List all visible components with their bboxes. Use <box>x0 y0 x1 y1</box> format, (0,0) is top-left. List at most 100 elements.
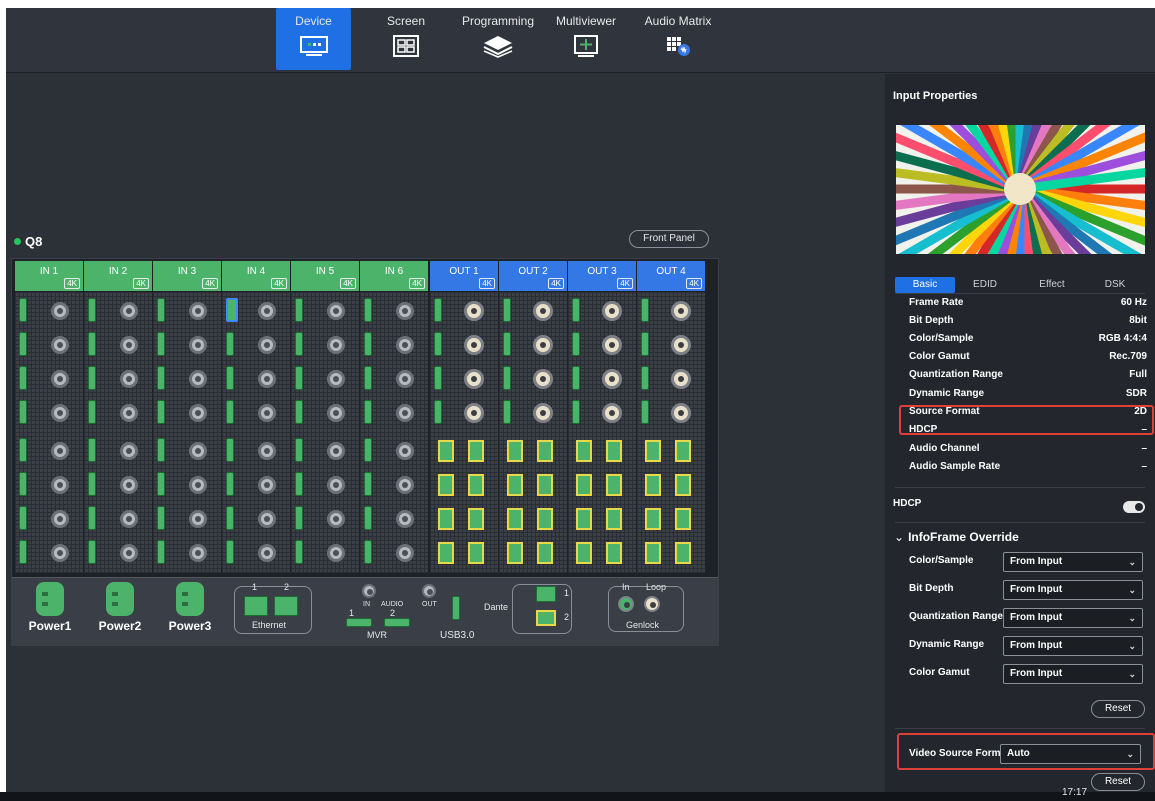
tab-multiviewer[interactable]: Multiviewer <box>551 8 621 70</box>
sdi-input-connector[interactable] <box>51 370 69 388</box>
sdi-input-connector[interactable] <box>51 476 69 494</box>
hdmi-input-port[interactable] <box>157 540 165 564</box>
sdi-input-connector[interactable] <box>327 404 345 422</box>
sdi-output-connector[interactable] <box>464 369 484 389</box>
audio-in-connector[interactable] <box>362 584 376 598</box>
hdmi-input-port[interactable] <box>226 472 234 496</box>
optical-output-port[interactable] <box>537 542 553 564</box>
sdi-input-connector[interactable] <box>327 370 345 388</box>
hdmi-input-port[interactable] <box>157 506 165 530</box>
sdi-input-connector[interactable] <box>51 544 69 562</box>
hdmi-input-port[interactable] <box>364 298 372 322</box>
sdi-input-connector[interactable] <box>51 442 69 460</box>
sdi-input-connector[interactable] <box>327 476 345 494</box>
hdmi-input-port[interactable] <box>364 472 372 496</box>
hdmi-input-port[interactable] <box>226 438 234 462</box>
optical-output-port[interactable] <box>537 440 553 462</box>
optical-output-port[interactable] <box>468 440 484 462</box>
hdmi-input-port[interactable] <box>226 506 234 530</box>
sdi-output-connector[interactable] <box>533 403 553 423</box>
input-card-header[interactable]: IN 2 4K <box>84 261 152 291</box>
sdi-input-connector[interactable] <box>120 476 138 494</box>
sdi-input-connector[interactable] <box>396 404 414 422</box>
tab-effect[interactable]: Effect <box>1022 277 1082 293</box>
hdmi-input-port[interactable] <box>88 438 96 462</box>
tab-screen[interactable]: Screen <box>371 8 441 70</box>
sdi-input-connector[interactable] <box>258 510 276 528</box>
sdi-output-connector[interactable] <box>602 335 622 355</box>
hdmi-input-port[interactable] <box>295 472 303 496</box>
sdi-input-connector[interactable] <box>258 544 276 562</box>
sdi-input-connector[interactable] <box>396 510 414 528</box>
sdi-input-connector[interactable] <box>51 336 69 354</box>
optical-output-port[interactable] <box>645 542 661 564</box>
hdmi-output-port[interactable] <box>641 400 649 424</box>
optical-output-port[interactable] <box>576 542 592 564</box>
optical-output-port[interactable] <box>645 474 661 496</box>
hdmi-output-port[interactable] <box>641 332 649 356</box>
input-card-6[interactable]: IN 6 4K <box>360 261 428 573</box>
sdi-input-connector[interactable] <box>327 544 345 562</box>
hdmi-input-port[interactable] <box>19 332 27 356</box>
optical-output-port[interactable] <box>468 542 484 564</box>
sdi-input-connector[interactable] <box>189 336 207 354</box>
tab-dsk[interactable]: DSK <box>1085 277 1145 293</box>
infoframe-reset-button[interactable]: Reset <box>1091 700 1145 718</box>
hdmi-input-port[interactable] <box>295 400 303 424</box>
sdi-input-connector[interactable] <box>51 404 69 422</box>
power-module-3[interactable]: Power3 <box>160 582 220 642</box>
sdi-output-connector[interactable] <box>533 369 553 389</box>
sdi-output-connector[interactable] <box>671 403 691 423</box>
hdmi-input-port[interactable] <box>157 400 165 424</box>
input-card-header[interactable]: IN 3 4K <box>153 261 221 291</box>
sdi-output-connector[interactable] <box>602 403 622 423</box>
output-card-header[interactable]: OUT 2 4K <box>499 261 567 291</box>
output-card-3[interactable]: OUT 3 4K <box>568 261 636 573</box>
optical-output-port[interactable] <box>606 542 622 564</box>
output-card-4[interactable]: OUT 4 4K <box>637 261 705 573</box>
optical-output-port[interactable] <box>645 508 661 530</box>
hdmi-output-port[interactable] <box>503 366 511 390</box>
sdi-output-connector[interactable] <box>671 335 691 355</box>
sdi-output-connector[interactable] <box>464 403 484 423</box>
optical-output-port[interactable] <box>438 440 454 462</box>
optical-output-port[interactable] <box>537 508 553 530</box>
sdi-input-connector[interactable] <box>396 544 414 562</box>
hdmi-input-port[interactable] <box>226 366 234 390</box>
sdi-input-connector[interactable] <box>120 370 138 388</box>
hdmi-input-port[interactable] <box>226 400 234 424</box>
video-source-format-reset-button[interactable]: Reset <box>1091 773 1145 791</box>
sdi-input-connector[interactable] <box>396 476 414 494</box>
hdmi-input-port[interactable] <box>364 400 372 424</box>
hdmi-output-port[interactable] <box>434 298 442 322</box>
hdmi-output-port[interactable] <box>434 400 442 424</box>
hdmi-input-port[interactable] <box>295 298 303 322</box>
optical-output-port[interactable] <box>507 440 523 462</box>
hdmi-input-port[interactable] <box>19 506 27 530</box>
sdi-input-connector[interactable] <box>396 442 414 460</box>
hdmi-input-port[interactable] <box>88 472 96 496</box>
input-card-5[interactable]: IN 5 4K <box>291 261 359 573</box>
hdmi-output-port[interactable] <box>503 298 511 322</box>
hdmi-input-port[interactable] <box>364 332 372 356</box>
video-source-format-select[interactable]: Auto ⌄ <box>1000 744 1141 764</box>
output-card-header[interactable]: OUT 1 4K <box>430 261 498 291</box>
hdmi-input-port[interactable] <box>88 332 96 356</box>
front-panel-button[interactable]: Front Panel <box>629 230 709 248</box>
usb-port[interactable] <box>452 596 460 620</box>
output-card-header[interactable]: OUT 4 4K <box>637 261 705 291</box>
hdmi-input-port[interactable] <box>364 506 372 530</box>
optical-output-port[interactable] <box>507 474 523 496</box>
sdi-input-connector[interactable] <box>327 302 345 320</box>
hdmi-output-port[interactable] <box>641 366 649 390</box>
input-card-3[interactable]: IN 3 4K <box>153 261 221 573</box>
hdmi-input-port[interactable] <box>88 298 96 322</box>
infoframe-override-header[interactable]: ⌄ InfoFrame Override <box>894 530 1019 544</box>
hdmi-input-port[interactable] <box>157 472 165 496</box>
sdi-output-connector[interactable] <box>533 301 553 321</box>
sdi-input-connector[interactable] <box>258 370 276 388</box>
sdi-input-connector[interactable] <box>258 404 276 422</box>
sdi-output-connector[interactable] <box>671 301 691 321</box>
sdi-output-connector[interactable] <box>602 301 622 321</box>
hdmi-input-port[interactable] <box>364 366 372 390</box>
